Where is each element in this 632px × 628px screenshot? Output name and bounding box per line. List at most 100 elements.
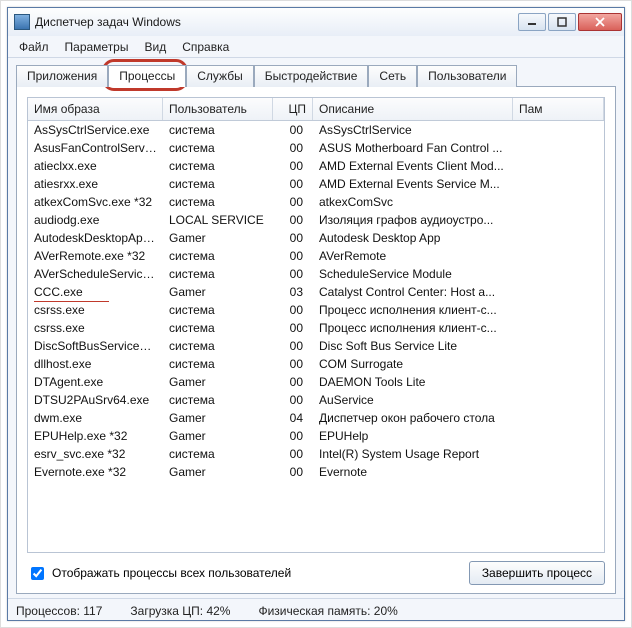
table-row[interactable]: AVerRemote.exe *32система00AVerRemote [28,247,604,265]
table-row[interactable]: AsSysCtrlService.exeсистема00AsSysCtrlSe… [28,121,604,139]
table-row[interactable]: atieclxx.exeсистема00AMD External Events… [28,157,604,175]
cell-user: система [163,194,273,210]
show-all-users-input[interactable] [31,567,44,580]
tab-users[interactable]: Пользователи [417,65,517,87]
title-bar[interactable]: Диспетчер задач Windows [8,8,624,36]
end-process-button[interactable]: Завершить процесс [469,561,605,585]
process-list[interactable]: Имя образа Пользователь ЦП Описание Пам … [27,97,605,553]
cell-mem [513,183,604,185]
table-row[interactable]: esrv_svc.exe *32система00Intel(R) System… [28,445,604,463]
process-rows: AsSysCtrlService.exeсистема00AsSysCtrlSe… [28,121,604,552]
table-row[interactable]: csrss.exeсистема00Процесс исполнения кли… [28,319,604,337]
status-bar: Процессов: 117 Загрузка ЦП: 42% Физическ… [8,598,624,620]
table-row[interactable]: csrss.exeсистема00Процесс исполнения кли… [28,301,604,319]
cell-desc: COM Surrogate [313,356,513,372]
tab-performance[interactable]: Быстродействие [254,65,369,87]
cell-user: Gamer [163,410,273,426]
tab-applications[interactable]: Приложения [16,65,108,87]
cell-cpu: 00 [273,212,313,228]
cell-cpu: 00 [273,122,313,138]
cell-cpu: 00 [273,248,313,264]
table-row[interactable]: atiesrxx.exeсистема00AMD External Events… [28,175,604,193]
cell-image: AutodeskDesktopApp... [28,230,163,246]
menu-help[interactable]: Справка [175,38,236,56]
cell-image: AVerRemote.exe *32 [28,248,163,264]
cell-image: csrss.exe [28,320,163,336]
cell-user: система [163,158,273,174]
table-row[interactable]: dllhost.exeсистема00COM Surrogate [28,355,604,373]
cell-desc: AMD External Events Service M... [313,176,513,192]
show-all-users-checkbox[interactable]: Отображать процессы всех пользователей [27,564,291,583]
cell-user: система [163,248,273,264]
maximize-button[interactable] [548,13,576,31]
cell-mem [513,147,604,149]
cell-mem [513,471,604,473]
table-row[interactable]: AsusFanControlServi...система00ASUS Moth… [28,139,604,157]
task-manager-window: Диспетчер задач Windows Файл Параметры В… [7,7,625,621]
cell-user: система [163,446,273,462]
table-row[interactable]: AVerScheduleService....система00Schedule… [28,265,604,283]
table-row[interactable]: audiodg.exeLOCAL SERVICE00Изоляция графо… [28,211,604,229]
cell-mem [513,417,604,419]
cell-user: система [163,176,273,192]
cell-image: atkexComSvc.exe *32 [28,194,163,210]
column-headers: Имя образа Пользователь ЦП Описание Пам [28,98,604,121]
cell-mem [513,453,604,455]
cell-mem [513,219,604,221]
cell-cpu: 00 [273,428,313,444]
tab-services[interactable]: Службы [186,65,253,87]
cell-cpu: 00 [273,446,313,462]
cell-image: DiscSoftBusServiceLit... [28,338,163,354]
cell-desc: AMD External Events Client Mod... [313,158,513,174]
app-icon [14,14,30,30]
cell-user: система [163,356,273,372]
menu-options[interactable]: Параметры [58,38,136,56]
cell-desc: AsSysCtrlService [313,122,513,138]
col-user[interactable]: Пользователь [163,98,273,120]
menu-bar: Файл Параметры Вид Справка [8,36,624,58]
col-memory[interactable]: Пам [513,98,604,120]
cell-image: DTAgent.exe [28,374,163,390]
table-row[interactable]: dwm.exeGamer04Диспетчер окон рабочего ст… [28,409,604,427]
table-row[interactable]: DTAgent.exeGamer00DAEMON Tools Lite [28,373,604,391]
col-cpu[interactable]: ЦП [273,98,313,120]
cell-user: система [163,122,273,138]
minimize-button[interactable] [518,13,546,31]
cell-cpu: 00 [273,392,313,408]
cell-cpu: 00 [273,230,313,246]
cell-desc: AuService [313,392,513,408]
table-row[interactable]: DTSU2PAuSrv64.exeсистема00AuService [28,391,604,409]
cell-image: Evernote.exe *32 [28,464,163,480]
cell-image: AVerScheduleService.... [28,266,163,282]
table-row[interactable]: DiscSoftBusServiceLit...система00Disc So… [28,337,604,355]
status-processes: Процессов: 117 [16,604,102,618]
table-row[interactable]: Evernote.exe *32Gamer00Evernote [28,463,604,481]
col-image-name[interactable]: Имя образа [28,98,163,120]
close-button[interactable] [578,13,622,31]
cell-desc: Evernote [313,464,513,480]
cell-image: dllhost.exe [28,356,163,372]
tab-network[interactable]: Сеть [368,65,417,87]
table-row[interactable]: EPUHelp.exe *32Gamer00EPUHelp [28,427,604,445]
table-row[interactable]: atkexComSvc.exe *32система00atkexComSvc [28,193,604,211]
tab-processes[interactable]: Процессы [108,65,186,87]
cell-image: dwm.exe [28,410,163,426]
cell-image: esrv_svc.exe *32 [28,446,163,462]
cell-user: Gamer [163,374,273,390]
cell-mem [513,309,604,311]
cell-mem [513,201,604,203]
cell-desc: Процесс исполнения клиент-с... [313,302,513,318]
cell-cpu: 00 [273,302,313,318]
cell-cpu: 00 [273,338,313,354]
col-description[interactable]: Описание [313,98,513,120]
cell-cpu: 03 [273,284,313,300]
cell-mem [513,381,604,383]
cell-cpu: 00 [273,266,313,282]
table-row[interactable]: CCC.exeGamer03Catalyst Control Center: H… [28,283,604,301]
cell-user: система [163,320,273,336]
cell-image: atiesrxx.exe [28,176,163,192]
menu-file[interactable]: Файл [12,38,56,56]
table-row[interactable]: AutodeskDesktopApp...Gamer00Autodesk Des… [28,229,604,247]
menu-view[interactable]: Вид [137,38,173,56]
cell-user: Gamer [163,464,273,480]
